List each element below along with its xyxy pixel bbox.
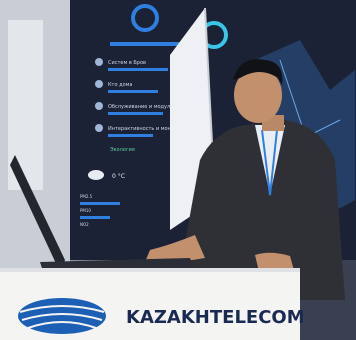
screen-bar xyxy=(108,134,153,137)
screen-item-3: Обслуживание и модули xyxy=(108,104,173,110)
booth-photo: Систем в Бров Кто дома Обслуживание и мо… xyxy=(0,0,356,340)
screen-bar xyxy=(108,112,163,115)
logo-mark xyxy=(18,298,106,334)
screen-item-1: Систем в Бров xyxy=(108,60,146,66)
screen-bar xyxy=(80,202,120,205)
location-icon xyxy=(95,124,103,132)
screen-label-pm25: PM2.5 xyxy=(80,194,93,199)
screen-item-2: Кто дома xyxy=(108,82,132,88)
cloud-icon xyxy=(88,170,104,180)
screen-label-pm10: PM10 xyxy=(80,208,91,213)
screen-temperature: 0 °C xyxy=(112,173,125,180)
screen-section: Экология xyxy=(110,147,135,153)
screen-label-no2: NO2 xyxy=(80,222,89,227)
location-icon xyxy=(95,58,103,66)
location-icon xyxy=(95,102,103,110)
screen-bar xyxy=(108,68,168,71)
screen-bar xyxy=(108,90,158,93)
screen-bar xyxy=(80,216,110,219)
location-icon xyxy=(95,80,103,88)
brand-name: KAZAKHTELECOM xyxy=(126,307,305,328)
counter-edge xyxy=(0,268,300,272)
photo-scene: Систем в Бров Кто дома Обслуживание и мо… xyxy=(0,0,356,340)
